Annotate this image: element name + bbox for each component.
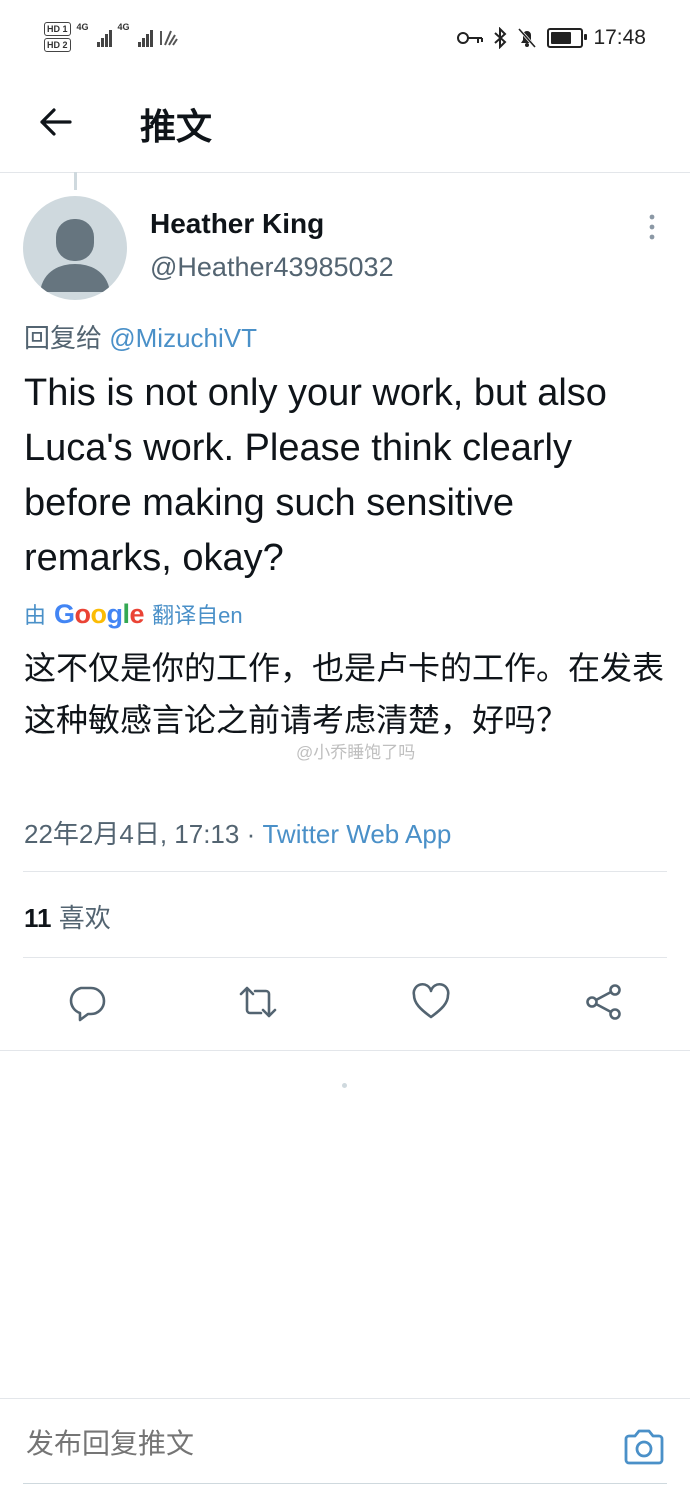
status-time: 17:48 <box>593 26 646 49</box>
watermark: @小乔睡饱了吗 <box>296 743 416 762</box>
source-app-link[interactable]: Twitter Web App <box>262 819 451 849</box>
thread-connector-line <box>74 172 77 190</box>
more-options-icon[interactable] <box>640 212 664 242</box>
input-underline <box>23 1483 667 1484</box>
signal-1-icon <box>96 27 112 47</box>
network-1-label: 4G <box>76 22 89 32</box>
author-handle[interactable]: @Heather43985032 <box>150 252 394 283</box>
battery-icon <box>547 28 588 48</box>
translated-suffix: 翻译自en <box>152 603 243 628</box>
status-left: HD 1 HD 2 4G 4G <box>44 22 179 52</box>
tweet-date: 22年2月4日, 17:13 · <box>24 819 263 849</box>
page-title: 推文 <box>140 106 213 147</box>
loading-indicator <box>342 1083 347 1088</box>
default-avatar-icon <box>40 219 110 292</box>
hd-1-badge: HD 1 <box>44 22 71 36</box>
retweet-icon[interactable] <box>238 982 278 1022</box>
reply-input[interactable] <box>24 1427 389 1461</box>
hd-indicators: HD 1 HD 2 <box>44 22 71 52</box>
likes-count: 11 <box>24 903 52 933</box>
translated-prefix: 由 <box>24 603 47 628</box>
reply-mention-link[interactable]: @MizuchiVT <box>109 323 257 353</box>
likes-stat[interactable]: 11 喜欢 <box>24 898 111 935</box>
bluetooth-icon <box>494 27 507 49</box>
reply-to-prefix: 回复给 <box>24 323 103 353</box>
top-header: 推文 <box>0 80 690 173</box>
likes-label: 喜欢 <box>58 903 111 933</box>
google-logo: Google <box>54 598 145 629</box>
tweet-timestamp: 22年2月4日, 17:13 · Twitter Web App <box>24 814 451 851</box>
author-name[interactable]: Heather King <box>150 208 324 240</box>
signal-2-icon <box>137 27 153 47</box>
wifi-icon <box>159 30 178 46</box>
status-bar: HD 1 HD 2 4G 4G 17:48 <box>0 0 690 80</box>
avatar[interactable] <box>23 196 127 300</box>
hd-2-badge: HD 2 <box>44 38 71 52</box>
key-icon <box>457 32 484 44</box>
reply-icon[interactable] <box>67 982 107 1022</box>
action-bar <box>0 958 690 1051</box>
reply-to-line: 回复给 @MizuchiVT <box>24 318 257 355</box>
like-heart-icon[interactable] <box>411 982 451 1022</box>
translated-text: 这不仅是你的工作，也是卢卡的工作。在发表这种敏感言论之前请考虑清楚，好吗？ <box>24 650 665 738</box>
translated-by-line[interactable]: 由 Google 翻译自en <box>24 598 243 630</box>
reply-compose-bar <box>0 1398 690 1496</box>
camera-icon[interactable] <box>622 1427 666 1467</box>
network-2-label: 4G <box>117 22 130 32</box>
tweet-text: This is not only your work, but also Luc… <box>24 372 607 579</box>
mute-bell-icon <box>518 28 537 48</box>
share-icon[interactable] <box>584 982 624 1022</box>
back-arrow-icon[interactable] <box>36 102 76 142</box>
status-right: 17:48 <box>457 26 646 50</box>
divider <box>23 871 667 872</box>
